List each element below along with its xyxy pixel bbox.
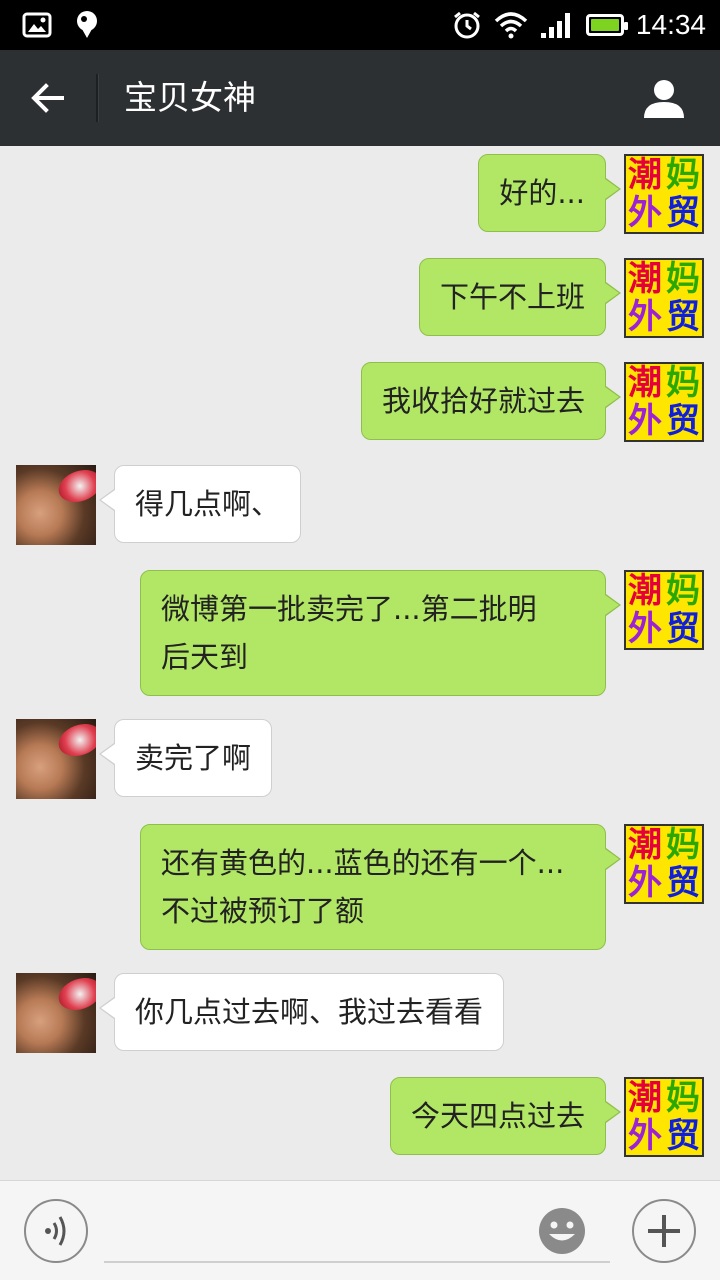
voice-icon xyxy=(45,1216,66,1246)
more-button[interactable] xyxy=(632,1199,696,1263)
avatar-char: 妈 xyxy=(666,363,700,403)
my-message-bubble[interactable]: 好的... xyxy=(478,154,621,232)
avatar-char: 妈 xyxy=(666,571,700,611)
signal-icon xyxy=(540,13,570,38)
my-avatar[interactable]: 潮 妈 外 贸 xyxy=(624,824,704,904)
person-icon[interactable] xyxy=(642,76,686,120)
emoji-icon[interactable] xyxy=(536,1205,588,1257)
my-avatar[interactable]: 潮 妈 外 贸 xyxy=(624,570,704,650)
avatar-char: 贸 xyxy=(666,297,700,337)
avatar-char: 贸 xyxy=(666,401,700,441)
message-text: 好的... xyxy=(499,176,585,210)
message-text: 微博第一批卖完了...第二批明 后天到 xyxy=(161,592,537,674)
avatar-char: 贸 xyxy=(666,193,700,233)
contact-avatar[interactable] xyxy=(16,973,96,1053)
their-message-bubble[interactable]: 卖完了啊 xyxy=(98,719,273,797)
message-text: 卖完了啊 xyxy=(135,741,252,775)
contact-avatar[interactable] xyxy=(16,465,96,545)
avatar-char: 潮 xyxy=(628,363,662,403)
my-message-bubble[interactable]: 微博第一批卖完了...第二批明 后天到 xyxy=(140,570,621,696)
avatar-char: 潮 xyxy=(628,571,662,611)
avatar-char: 贸 xyxy=(666,1116,700,1156)
avatar-char: 外 xyxy=(628,1116,662,1156)
message-text: 下午不上班 xyxy=(439,280,585,314)
their-message-bubble[interactable]: 你几点过去啊、我过去看看 xyxy=(98,973,505,1051)
wifi-icon xyxy=(494,12,528,39)
my-message-bubble[interactable]: 今天四点过去 xyxy=(389,1077,622,1155)
avatar-char: 外 xyxy=(628,297,662,337)
avatar-char: 外 xyxy=(628,609,662,649)
message-text: 我收拾好就过去 xyxy=(381,384,585,418)
avatar-char: 妈 xyxy=(666,259,700,299)
chat-title: 宝贝女神 xyxy=(124,78,256,117)
battery-icon xyxy=(585,14,628,36)
avatar-char: 贸 xyxy=(666,863,700,903)
chat-header: 宝贝女神 xyxy=(0,50,720,146)
balloon-notification-icon xyxy=(77,11,97,38)
avatar-char: 外 xyxy=(628,401,662,441)
message-text: 得几点啊、 xyxy=(135,487,281,521)
voice-button[interactable] xyxy=(24,1199,88,1263)
avatar-char: 妈 xyxy=(666,1078,700,1118)
avatar-char: 潮 xyxy=(628,155,662,195)
message-text: 今天四点过去 xyxy=(410,1099,585,1133)
my-message-bubble[interactable]: 下午不上班 xyxy=(418,258,622,336)
my-avatar[interactable]: 潮 妈 外 贸 xyxy=(624,362,704,442)
my-avatar[interactable]: 潮 妈 外 贸 xyxy=(624,154,704,234)
status-bar: 14:34 xyxy=(0,0,720,50)
input-bar xyxy=(0,1180,720,1280)
my-avatar[interactable]: 潮 妈 外 贸 xyxy=(624,1077,704,1157)
back-arrow-icon[interactable] xyxy=(26,76,70,120)
plus-icon xyxy=(648,1215,680,1247)
avatar-char: 妈 xyxy=(666,825,700,865)
my-message-bubble[interactable]: 还有黄色的...蓝色的还有一个... 不过被预订了额 xyxy=(140,824,621,950)
alarm-icon xyxy=(453,11,480,39)
avatar-char: 外 xyxy=(628,193,662,233)
my-avatar[interactable]: 潮 妈 外 贸 xyxy=(624,258,704,338)
message-input[interactable] xyxy=(104,1195,610,1263)
contact-avatar[interactable] xyxy=(16,719,96,799)
message-text: 你几点过去啊、我过去看看 xyxy=(135,995,484,1029)
message-list[interactable]: 好的... 潮 妈 外 贸 下午不上班 潮 妈 外 贸 我收拾好就过去 潮 妈 … xyxy=(0,146,720,1180)
their-message-bubble[interactable]: 得几点啊、 xyxy=(98,465,302,543)
avatar-char: 妈 xyxy=(666,155,700,195)
avatar-char: 外 xyxy=(628,863,662,903)
my-message-bubble[interactable]: 我收拾好就过去 xyxy=(360,362,622,440)
status-time: 14:34 xyxy=(635,9,706,40)
image-notification-icon xyxy=(22,12,52,38)
avatar-char: 贸 xyxy=(666,609,700,649)
message-text: 还有黄色的...蓝色的还有一个... 不过被预订了额 xyxy=(161,846,565,928)
avatar-char: 潮 xyxy=(628,825,662,865)
avatar-char: 潮 xyxy=(628,259,662,299)
avatar-char: 潮 xyxy=(628,1078,662,1118)
header-divider xyxy=(96,74,98,122)
